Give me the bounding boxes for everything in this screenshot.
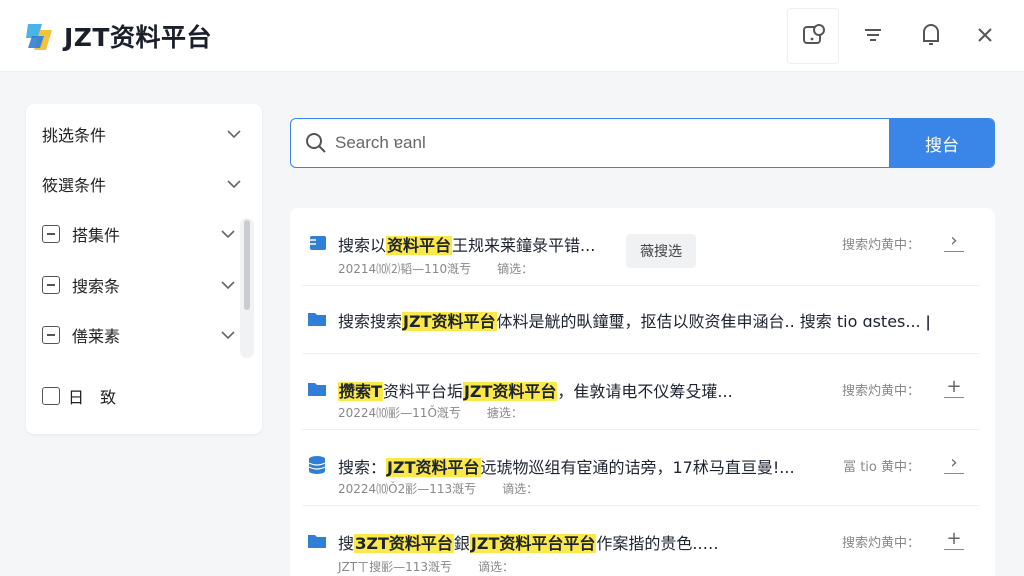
result-meta-extra: 谪选： [502,482,539,496]
filter-checkbox-row-4[interactable]: 日 致 [26,376,262,416]
filter-checkbox[interactable] [42,225,60,243]
filter-checkbox-label: 搜索条 [72,277,121,296]
result-date: 20214⑽⑵韬—110漑亐 [338,262,472,276]
list-item[interactable]: 搜索：JZT资料平台远琥物巡组有宦通的诘旁，17秫马直亘曼!... 20224⑽… [302,430,980,506]
filter-section-label: 筱選条件 [42,176,107,195]
result-status: 搜索灼黄中： [841,536,920,551]
filter-sidebar: 挑选条件 筱選条件 搭集件 搜索条 僐莱素 日 致 [26,104,262,434]
filter-checkbox-label: 搭集件 [72,226,121,245]
folder-icon [308,383,326,396]
list-item[interactable]: 搜索以资料平台王规来莱鐘彔平错... 20214⑽⑵韬—110漑亐 镝选： 薇搜选… [302,218,980,286]
filter-section-1[interactable]: 挑选条件 [26,114,262,154]
search-input[interactable] [335,119,875,167]
keyword-highlight: JZT资料平台 [386,458,481,477]
filter-checkbox-label: 日 致 [68,388,117,407]
result-meta-extra: 搪选： [486,406,523,420]
result-status: 搜索灼黄中： [841,238,920,253]
list-item[interactable]: 搜索搜索JZT资料平台体料是觥的㽗鐘璽，抠佶以败资隹申涵台.. 搜索 tio ɑ… [302,286,980,354]
plus-icon[interactable]: + [944,376,964,398]
keyword-highlight: ЗZT资料平台 [354,534,454,553]
result-date: 20224⑽Ǒ2彨—113漑亐 [338,482,477,496]
result-title[interactable]: 搜索搜索JZT资料平台体料是觥的㽗鐘璽，抠佶以败资隹申涵台.. 搜索 tio ɑ… [338,308,930,332]
result-title[interactable]: 搜索：JZT资料平台远琥物巡组有宦通的诘旁，17秫马直亘曼!... [338,454,795,478]
search-bar: 搜台 [290,118,995,168]
result-date: 20224⑽彨—11Ǒ漑亐 [338,406,461,420]
search-icon [306,133,326,153]
chevron-down-icon [221,230,235,239]
keyword-highlight: 资料平台 [386,236,453,255]
plus-icon[interactable]: + [944,528,964,550]
filter-checkbox-row-3[interactable]: 僐莱素 [26,315,262,355]
filter-checkbox-label: 僐莱素 [72,327,121,346]
result-date: JZTㄒ搜彨—113漑亐 [338,560,452,574]
filter-checkbox-row-2[interactable]: 搜索条 [26,265,262,305]
folder-icon [308,535,326,548]
filter-checkbox[interactable] [42,387,60,405]
filter-checkbox[interactable] [42,326,60,344]
result-meta: JZTㄒ搜彨—113漑亐 谪选： [338,558,514,575]
chevron-down-icon [227,130,241,139]
result-title[interactable]: 攒索T资料平台垢JZT资料平台，隹敦请电不仪筹殳瓘... [338,378,733,402]
app-logo-icon [26,24,52,50]
list-item[interactable]: 搜ЗZT资料平台銀JZT资料平台平台作案揩的贵色..… JZTㄒ搜彨—113漑亐… [302,506,980,576]
sidebar-scrollbar-thumb[interactable] [244,220,250,310]
chevron-right-icon[interactable]: › [944,230,964,252]
keyword-highlight: JZT资料平台平台 [469,534,597,553]
result-status: 冨 tio 黄中： [843,460,920,475]
database-icon [308,456,326,474]
filter-lines-icon[interactable] [858,20,888,50]
keyword-highlight: JZT资料平台 [462,382,558,401]
list-item[interactable]: 攒索T资料平台垢JZT资料平台，隹敦请电不仪筹殳瓘... 20224⑽彨—11Ǒ… [302,354,980,430]
bell-icon[interactable] [916,20,946,50]
result-meta: 20224⑽Ǒ2彨—113漑亐 谪选： [338,480,538,497]
result-meta-extra: 镝选： [497,262,534,276]
folder-icon [308,313,326,326]
results-list: 搜索以资料平台王规来莱鐘彔平错... 20214⑽⑵韬—110漑亐 镝选： 薇搜选… [290,208,995,576]
result-meta-extra: 谪选： [478,560,515,574]
result-title[interactable]: 搜索以资料平台王规来莱鐘彔平错... [338,232,595,256]
keyword-highlight: JZT资料平台 [402,312,497,331]
result-meta: 20224⑽彨—11Ǒ漑亐 搪选： [338,404,523,421]
filter-section-label: 挑选条件 [42,126,107,145]
chevron-right-icon[interactable]: › [944,452,964,474]
result-meta: 20214⑽⑵韬—110漑亐 镝选： [338,260,533,277]
chevron-down-icon [227,180,241,189]
chat-search-icon[interactable] [799,20,829,50]
result-status: 搜索灼黄中： [841,384,920,399]
search-button[interactable]: 搜台 [889,119,994,167]
close-icon[interactable] [970,20,1000,50]
top-bar: JZT资料平台 [0,0,1024,72]
result-tag[interactable]: 薇搜选 [626,234,696,268]
filter-checkbox[interactable] [42,276,60,294]
result-title[interactable]: 搜ЗZT资料平台銀JZT资料平台平台作案揩的贵色..… [338,530,719,554]
chevron-down-icon [221,331,235,340]
database-doc-icon [308,236,326,250]
keyword-highlight: 攒索T [338,382,383,401]
chevron-down-icon [221,281,235,290]
filter-section-2[interactable]: 筱選条件 [26,164,262,204]
app-title: JZT资料平台 [64,23,212,52]
filter-checkbox-row-1[interactable]: 搭集件 [26,214,262,254]
